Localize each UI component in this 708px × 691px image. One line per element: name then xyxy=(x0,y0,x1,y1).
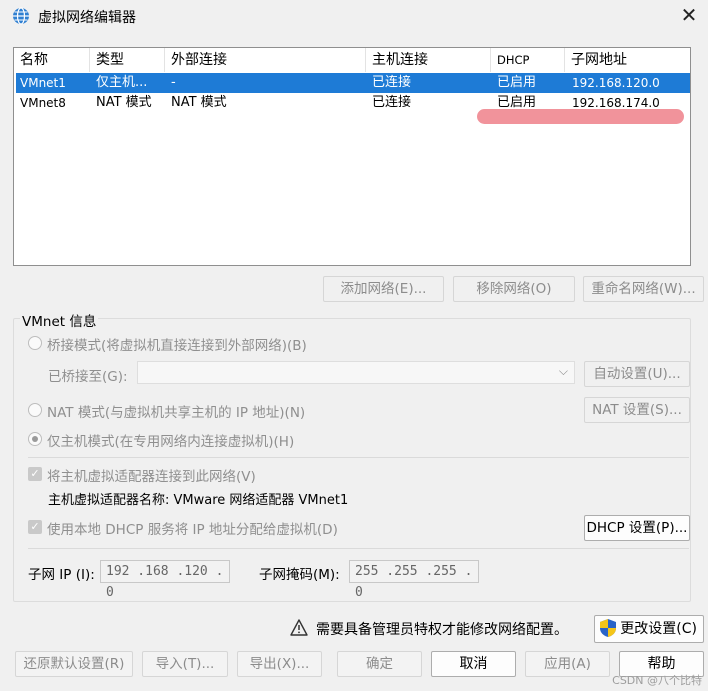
cancel-button[interactable]: 取消 xyxy=(431,651,516,677)
apply-button[interactable]: 应用(A) xyxy=(525,651,610,677)
adapter-name-text: 主机虚拟适配器名称: VMware 网络适配器 VMnet1 xyxy=(48,493,349,508)
table-row[interactable]: VMnet1 仅主机... - 已连接 已启用 192.168.120.0 xyxy=(16,73,690,93)
use-dhcp-label: 使用本地 DHCP 服务将 IP 地址分配给虚拟机(D) xyxy=(47,522,338,538)
export-button[interactable]: 导出(X)... xyxy=(237,651,322,677)
restore-defaults-button[interactable]: 还原默认设置(R) xyxy=(15,651,133,677)
bridged-to-label: 已桥接至(G): xyxy=(48,369,128,385)
warning-icon xyxy=(290,619,308,636)
import-button[interactable]: 导入(T)... xyxy=(142,651,228,677)
cell-name: VMnet8 xyxy=(20,96,66,110)
column-header-name[interactable]: 名称 xyxy=(14,48,90,72)
subnet-mask-field[interactable]: 255 .255 .255 . 0 xyxy=(349,560,479,600)
column-header-external[interactable]: 外部连接 xyxy=(165,48,366,72)
nat-mode-radio[interactable] xyxy=(28,403,42,417)
connect-adapter-checkbox[interactable]: ✓ xyxy=(28,467,42,481)
subnet-mask-label: 子网掩码(M): xyxy=(259,567,340,583)
ok-button[interactable]: 确定 xyxy=(337,651,422,677)
host-only-mode-label: 仅主机模式(在专用网络内连接虚拟机)(H) xyxy=(47,434,295,450)
host-only-mode-radio[interactable] xyxy=(28,432,42,446)
cell-external: NAT 模式 xyxy=(171,95,227,110)
group-title: VMnet 信息 xyxy=(20,310,99,330)
nat-settings-button[interactable]: NAT 设置(S)... xyxy=(584,397,690,423)
cell-subnet: 192.168.120.0 xyxy=(572,76,660,90)
add-network-button[interactable]: 添加网络(E)... xyxy=(323,276,444,302)
column-header-dhcp[interactable]: DHCP xyxy=(491,48,565,72)
column-header-type[interactable]: 类型 xyxy=(90,48,165,72)
nat-mode-label: NAT 模式(与虚拟机共享主机的 IP 地址)(N) xyxy=(47,405,306,421)
cell-host: 已连接 xyxy=(372,75,412,90)
bridged-to-select[interactable]: ⌵ xyxy=(137,361,575,384)
dhcp-settings-button[interactable]: DHCP 设置(P)... xyxy=(584,515,690,541)
bridge-mode-label: 桥接模式(将虚拟机直接连接到外部网络)(B) xyxy=(47,338,307,354)
subnet-ip-field[interactable]: 192 .168 .120 . 0 xyxy=(100,560,230,600)
divider xyxy=(28,457,689,458)
subnet-ip-label: 子网 IP (I): xyxy=(28,567,95,583)
window-title: 虚拟网络编辑器 xyxy=(38,10,136,26)
cell-name: VMnet1 xyxy=(20,76,66,90)
network-editor-icon xyxy=(13,7,29,25)
highlight-annotation xyxy=(477,109,684,124)
divider xyxy=(28,548,689,549)
cell-type: 仅主机... xyxy=(96,75,148,90)
bridge-mode-radio[interactable] xyxy=(28,336,42,350)
column-header-subnet[interactable]: 子网地址 xyxy=(565,48,690,72)
chevron-down-icon: ⌵ xyxy=(558,364,568,378)
cell-host: 已连接 xyxy=(372,95,412,110)
auto-settings-button[interactable]: 自动设置(U)... xyxy=(584,361,690,387)
rename-network-button[interactable]: 重命名网络(W)... xyxy=(583,276,704,302)
admin-notice: 需要具备管理员特权才能修改网络配置。 xyxy=(316,622,568,638)
column-header-host[interactable]: 主机连接 xyxy=(366,48,491,72)
cell-dhcp: 已启用 xyxy=(497,75,537,90)
watermark: CSDN @八个比特 xyxy=(612,674,702,687)
cell-type: NAT 模式 xyxy=(96,95,152,110)
remove-network-button[interactable]: 移除网络(O) xyxy=(453,276,575,302)
use-dhcp-checkbox[interactable]: ✓ xyxy=(28,520,42,534)
cell-external: - xyxy=(171,75,176,90)
connect-adapter-label: 将主机虚拟适配器连接到此网络(V) xyxy=(47,469,256,485)
shield-icon xyxy=(600,619,616,637)
network-list[interactable]: 名称 类型 外部连接 主机连接 DHCP 子网地址 VMnet1 仅主机... … xyxy=(13,47,691,266)
close-icon[interactable]: ✕ xyxy=(676,4,702,28)
